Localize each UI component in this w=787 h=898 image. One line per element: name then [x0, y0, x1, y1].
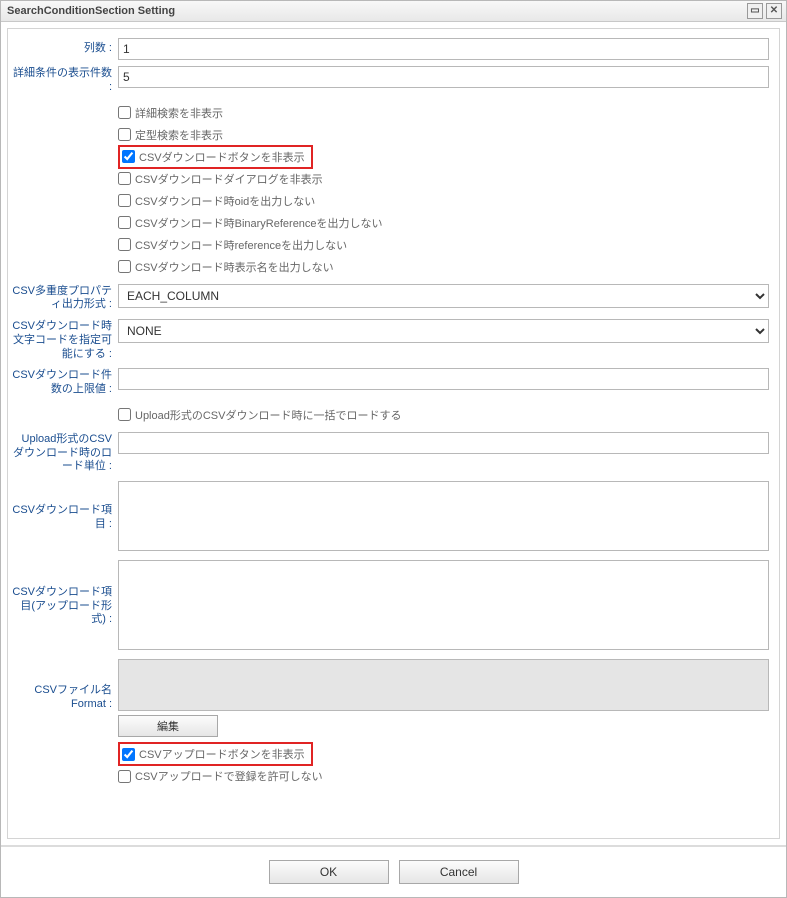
maximize-button[interactable]: ▭ — [747, 3, 763, 19]
disallow-csv-upload-register-row: CSVアップロードで登録を許可しない — [118, 765, 769, 787]
hide-csv-dl-dialog-row: CSVダウンロードダイアログを非表示 — [118, 168, 769, 190]
multiplicity-select[interactable]: EACH_COLUMN — [118, 284, 769, 308]
csv-dl-items-label: CSVダウンロード項目 : — [8, 478, 114, 557]
ok-button[interactable]: OK — [269, 860, 389, 884]
hide-csv-dl-button-label: CSVダウンロードボタンを非表示 — [139, 149, 305, 165]
upload-batch-checkbox[interactable] — [118, 408, 131, 421]
hide-detail-search-label: 詳細検索を非表示 — [135, 105, 223, 121]
csv-filename-format-box — [118, 659, 769, 711]
csv-no-oid-checkbox[interactable] — [118, 194, 131, 207]
csv-no-binref-row: CSVダウンロード時BinaryReferenceを出力しない — [118, 212, 769, 234]
close-icon: ✕ — [770, 6, 778, 16]
csv-no-dispname-label: CSVダウンロード時表示名を出力しない — [135, 259, 334, 275]
upload-unit-label: Upload形式のCSVダウンロード時のロード単位 : — [8, 429, 114, 478]
multiplicity-label: CSV多重度プロパティ出力形式 : — [8, 281, 114, 317]
hide-detail-search-row: 詳細検索を非表示 — [118, 102, 769, 124]
form-scroll[interactable]: 列数 : 詳細条件の表示件数 : 詳細検索を — [8, 29, 779, 838]
dialog-footer: OK Cancel — [1, 845, 786, 897]
csv-no-ref-row: CSVダウンロード時referenceを出力しない — [118, 234, 769, 256]
csv-no-ref-checkbox[interactable] — [118, 238, 131, 251]
csv-dl-items-upload-textarea[interactable] — [118, 560, 769, 650]
hide-csv-upload-button-highlight: CSVアップロードボタンを非表示 — [118, 742, 313, 766]
window-title: SearchConditionSection Setting — [7, 5, 175, 17]
hide-csv-dl-button-checkbox[interactable] — [122, 150, 135, 163]
upload-batch-label: Upload形式のCSVダウンロード時に一括でロードする — [135, 407, 401, 423]
csv-dl-items-upload-label: CSVダウンロード項目(アップロード形式) : — [8, 557, 114, 656]
hide-csv-upload-button-label: CSVアップロードボタンを非表示 — [139, 746, 305, 762]
csv-no-oid-row: CSVダウンロード時oidを出力しない — [118, 190, 769, 212]
csv-no-dispname-checkbox[interactable] — [118, 260, 131, 273]
hide-fixed-search-checkbox[interactable] — [118, 128, 131, 141]
csv-dl-items-textarea[interactable] — [118, 481, 769, 551]
form-table: 列数 : 詳細条件の表示件数 : 詳細検索を — [8, 35, 773, 790]
csv-no-ref-label: CSVダウンロード時referenceを出力しない — [135, 237, 347, 253]
csv-no-dispname-row: CSVダウンロード時表示名を出力しない — [118, 256, 769, 278]
detail-count-label: 詳細条件の表示件数 : — [8, 63, 114, 99]
hide-csv-dl-button-highlight: CSVダウンロードボタンを非表示 — [118, 145, 313, 169]
charset-label: CSVダウンロード時文字コードを指定可能にする : — [8, 316, 114, 365]
csv-no-binref-label: CSVダウンロード時BinaryReferenceを出力しない — [135, 215, 383, 231]
limit-input[interactable] — [118, 368, 769, 390]
hide-csv-upload-button-row: CSVアップロードボタンを非表示 — [118, 743, 769, 765]
limit-label: CSVダウンロード件数の上限値 : — [8, 365, 114, 401]
columns-input[interactable] — [118, 38, 769, 60]
csv-no-binref-checkbox[interactable] — [118, 216, 131, 229]
disallow-csv-upload-register-label: CSVアップロードで登録を許可しない — [135, 768, 323, 784]
hide-csv-dl-dialog-label: CSVダウンロードダイアログを非表示 — [135, 171, 323, 187]
content-wrap: 列数 : 詳細条件の表示件数 : 詳細検索を — [1, 22, 786, 845]
content-inner: 列数 : 詳細条件の表示件数 : 詳細検索を — [7, 28, 780, 839]
disallow-csv-upload-register-checkbox[interactable] — [118, 770, 131, 783]
hide-csv-upload-button-checkbox[interactable] — [122, 748, 135, 761]
hide-csv-dl-dialog-checkbox[interactable] — [118, 172, 131, 185]
csv-filename-label: CSVファイル名Format : — [8, 656, 114, 740]
upload-unit-input[interactable] — [118, 432, 769, 454]
titlebar: SearchConditionSection Setting ▭ ✕ — [1, 1, 786, 22]
maximize-icon: ▭ — [750, 6, 759, 16]
detail-count-input[interactable] — [118, 66, 769, 88]
hide-detail-search-checkbox[interactable] — [118, 106, 131, 119]
hide-csv-dl-button-row: CSVダウンロードボタンを非表示 — [118, 146, 769, 168]
dialog: SearchConditionSection Setting ▭ ✕ 列数 : … — [0, 0, 787, 898]
hide-fixed-search-row: 定型検索を非表示 — [118, 124, 769, 146]
columns-label: 列数 : — [8, 35, 114, 63]
csv-no-oid-label: CSVダウンロード時oidを出力しない — [135, 193, 315, 209]
charset-select[interactable]: NONE — [118, 319, 769, 343]
hide-fixed-search-label: 定型検索を非表示 — [135, 127, 223, 143]
cancel-button[interactable]: Cancel — [399, 860, 519, 884]
upload-batch-row: Upload形式のCSVダウンロード時に一括でロードする — [118, 404, 769, 426]
csv-filename-edit-button[interactable]: 編集 — [118, 715, 218, 737]
close-button[interactable]: ✕ — [766, 3, 782, 19]
